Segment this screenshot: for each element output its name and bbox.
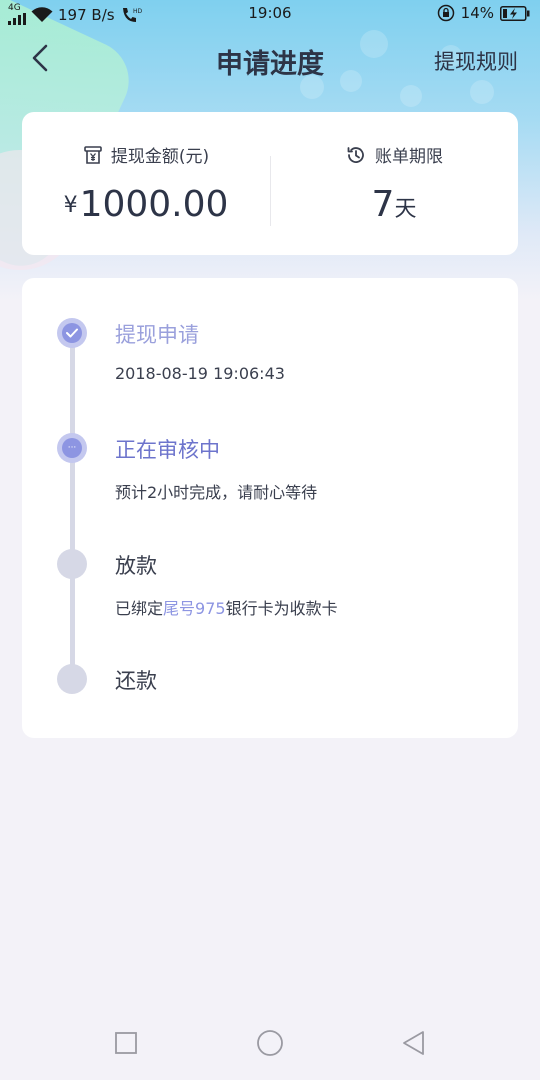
navigation-bar: 申请进度 提现规则 <box>0 30 540 88</box>
step-title: 提现申请 <box>115 323 199 347</box>
step-node-done <box>57 318 87 348</box>
progress-card: 提现申请 2018-08-19 19:06:43 ··· 正在审核中 预计2小时… <box>22 278 518 738</box>
term-number: 7 <box>371 184 395 225</box>
card-tail-number: 尾号975 <box>163 599 226 618</box>
step-node-pending <box>57 549 87 579</box>
step-timestamp: 2018-08-19 19:06:43 <box>115 364 285 383</box>
term-value: 7天 <box>270 184 518 225</box>
step-title: 放款 <box>115 554 157 578</box>
battery-percent: 14% <box>460 4 494 22</box>
term-label: 账单期限 <box>375 147 443 167</box>
step-subtitle: 预计2小时完成，请耐心等待 <box>115 483 318 502</box>
timeline-line <box>70 334 75 682</box>
term-unit: 天 <box>394 197 417 222</box>
back-triangle-icon <box>403 1031 424 1055</box>
term-section: 账单期限 7天 <box>270 112 518 255</box>
receipt-yen-icon <box>84 145 102 164</box>
bg-dot <box>400 85 422 107</box>
ellipsis-icon: ··· <box>67 442 77 453</box>
system-navigation-bar <box>0 1005 540 1080</box>
amount-value: ¥1000.00 <box>22 184 270 225</box>
step-node-active: ··· <box>57 433 87 463</box>
check-icon <box>66 328 78 338</box>
currency-symbol: ¥ <box>63 193 78 218</box>
step-subtitle: 已绑定尾号975银行卡为收款卡 <box>115 595 338 619</box>
history-clock-icon <box>347 146 364 163</box>
rotation-lock-icon <box>437 4 454 22</box>
recent-apps-icon <box>115 1032 137 1054</box>
subtitle-prefix: 已绑定 <box>115 599 164 618</box>
amount-label: 提现金额(元) <box>110 147 210 167</box>
withdraw-rules-link[interactable]: 提现规则 <box>434 46 518 76</box>
back-nav-button[interactable] <box>398 1027 430 1059</box>
subtitle-suffix: 银行卡为收款卡 <box>225 599 338 618</box>
step-title: 正在审核中 <box>115 438 220 462</box>
battery-charging-icon <box>500 5 530 21</box>
home-button[interactable] <box>254 1027 286 1059</box>
status-bar: 4G 197 B/s HD 19:06 14% <box>0 0 540 28</box>
step-node-pending <box>57 664 87 694</box>
summary-card: 提现金额(元) ¥1000.00 账单期限 7天 <box>22 112 518 255</box>
step-title: 还款 <box>115 669 157 693</box>
recent-apps-button[interactable] <box>110 1027 142 1059</box>
home-icon <box>257 1030 283 1056</box>
amount-section: 提现金额(元) ¥1000.00 <box>22 112 270 255</box>
amount-number: 1000.00 <box>79 184 229 225</box>
